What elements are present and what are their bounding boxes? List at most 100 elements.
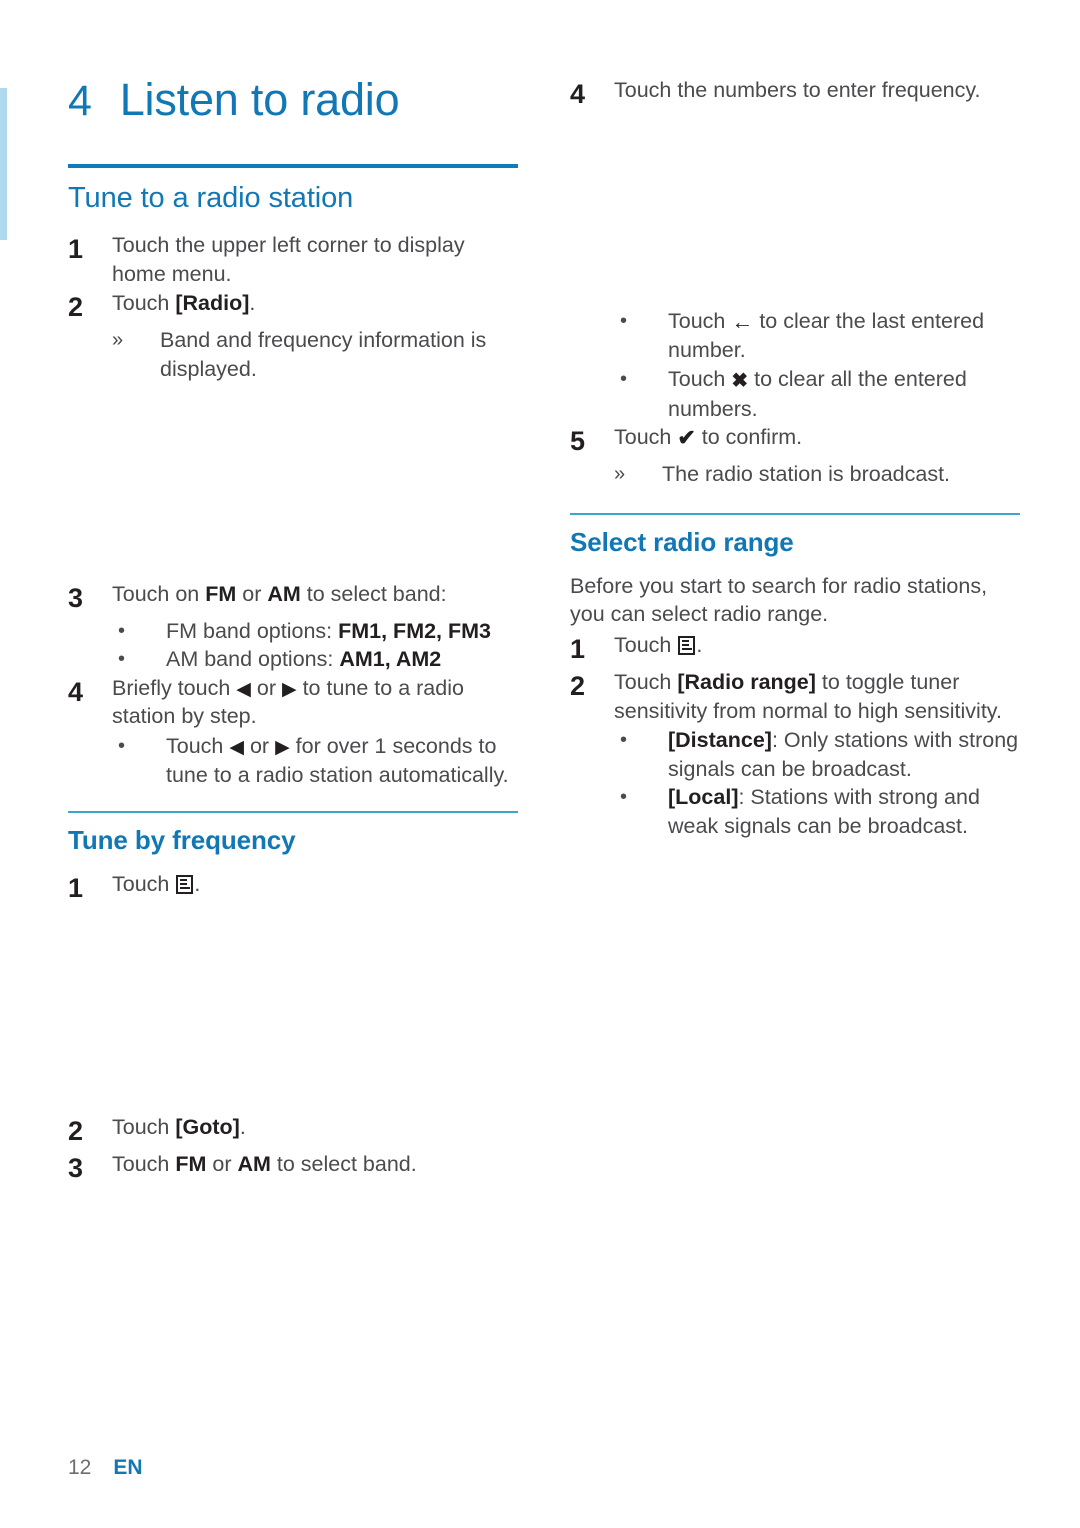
section-rule (570, 512, 1020, 515)
ui-label-goto: [Goto] (175, 1115, 240, 1140)
step-text: Touch the numbers to enter frequency. (614, 78, 981, 102)
result-marker-icon: » (112, 329, 124, 352)
step-number: 1 (68, 873, 84, 904)
bullet-text: Touch ◀ or ▶ for over 1 seconds to tune … (166, 732, 518, 789)
step-text: Touch ✔ to confirm. (614, 423, 1020, 452)
step-text-part: or (250, 675, 282, 700)
section-intro-text: Before you start to search for radio sta… (570, 573, 988, 627)
bullet-item: • AM band options: AM1, AM2 (112, 645, 518, 674)
step-text: Touch [Radio]. (112, 289, 518, 318)
step-number: 3 (68, 582, 84, 613)
step-number: 2 (68, 1116, 84, 1147)
steps-tune-by-frequency: 1 Touch . 2 Touch [Goto]. 3 Touch FM or … (68, 870, 518, 1186)
bullet-text: Touch ← to clear the last entered number… (668, 307, 1020, 365)
step-text: Touch . (614, 631, 1020, 660)
band-label-am: AM (267, 581, 301, 606)
step-text: Touch FM or AM to select band. (112, 1150, 518, 1179)
step-text: Touch the upper left corner to display h… (112, 233, 465, 286)
am-band-options: AM1, AM2 (339, 647, 442, 672)
step-text: Touch [Goto]. (112, 1113, 518, 1142)
chapter-rule (68, 164, 518, 169)
two-column-layout: 4 Listen to radio Tune to a radio statio… (68, 76, 1020, 1188)
step-text-part: Touch (614, 425, 678, 450)
step-text: Touch on FM or AM to select band: (112, 580, 518, 609)
step-text-prefix: Touch (112, 291, 176, 316)
step-text-part: Briefly touch (112, 675, 237, 700)
steps-select-radio-range: 1 Touch . 2 Touch [Radio range] to toggl… (570, 631, 1020, 841)
language-code: EN (113, 1456, 143, 1479)
section-heading-tune-by-frequency: Tune by frequency (68, 825, 296, 856)
right-column: 4 Touch the numbers to enter frequency. … (570, 76, 1020, 1188)
step-item: 5 Touch ✔ to confirm. (570, 423, 1020, 459)
step-text-part: . (239, 1115, 246, 1140)
section-heading-select-radio-range: Select radio range (570, 526, 794, 557)
bullet-text: [Local]: Stations with strong and weak s… (668, 783, 1020, 840)
step-number: 4 (68, 676, 84, 707)
step-text-part: to confirm. (695, 425, 803, 450)
bullet-item: • FM band options: FM1, FM2, FM3 (112, 617, 518, 646)
step-result: » Band and frequency information is disp… (112, 326, 518, 383)
section-heading-tune-to-a-radio-station: Tune to a radio station (68, 182, 354, 215)
step-number: 1 (68, 234, 84, 265)
bullet-text: AM band options: AM1, AM2 (166, 645, 518, 674)
step-text: Briefly touch ◀ or ▶ to tune to a radio … (112, 674, 518, 731)
step-number: 2 (570, 671, 586, 702)
band-label-am: AM (237, 1152, 271, 1177)
step-item: 1 Touch . (68, 870, 518, 906)
step-text-part: Touch on (112, 581, 206, 606)
step-text: Touch . (112, 870, 518, 899)
ui-label-radio-range: [Radio range] (677, 670, 816, 695)
step-text-part: or (206, 1152, 238, 1177)
chapter-title: Listen to radio (119, 74, 400, 125)
step-item: 4 Touch the numbers to enter frequency. (570, 76, 1020, 112)
ui-label-radio: [Radio] (175, 291, 250, 316)
bullet-text-part: AM band options: (166, 647, 340, 672)
bullet-item: • [Distance]: Only stations with strong … (614, 726, 1020, 783)
steps-tune-to-a-radio-station: 1 Touch the upper left corner to display… (68, 231, 518, 789)
figure-placeholder-radio-screen (68, 384, 518, 580)
bullet-text-part: Touch (668, 309, 732, 334)
bullet-text-part: FM band options: (166, 618, 339, 643)
bullet-text: FM band options: FM1, FM2, FM3 (166, 617, 518, 646)
step-item: 2 Touch [Radio]. (68, 289, 518, 325)
step-number: 5 (570, 426, 586, 457)
prev-triangle-icon: ◀ (229, 737, 244, 759)
bullet-marker-icon: • (620, 367, 628, 390)
bullet-text: [Distance]: Only stations with strong si… (668, 726, 1020, 783)
figure-placeholder-goto-screen (68, 907, 518, 1113)
clear-all-cross-icon: ✖ (731, 369, 749, 392)
steps-tune-by-frequency-continued: 4 Touch the numbers to enter frequency. … (570, 76, 1020, 489)
step-item: 1 Touch the upper left corner to display… (68, 231, 518, 288)
chapter-heading: 4 Listen to radio (68, 76, 518, 124)
bullet-item: • [Local]: Stations with strong and weak… (614, 783, 1020, 840)
bullet-text: Touch ✖ to clear all the entered numbers… (668, 365, 1020, 423)
next-triangle-icon: ▶ (275, 737, 290, 759)
step-item: 4 Briefly touch ◀ or ▶ to tune to a radi… (68, 674, 518, 731)
step-item: 3 Touch on FM or AM to select band: (68, 580, 518, 616)
left-column: 4 Listen to radio Tune to a radio statio… (68, 76, 518, 1188)
bullet-marker-icon: • (620, 310, 628, 333)
chapter-number: 4 (68, 77, 92, 125)
step-result: » The radio station is broadcast. (614, 460, 1020, 489)
manual-page: 4 Listen to radio Tune to a radio statio… (0, 0, 1080, 1528)
page-footer: 12 EN (68, 1456, 143, 1480)
step-text-part: Touch (112, 1115, 176, 1140)
result-text: Band and frequency information is displa… (160, 328, 487, 382)
step-number: 2 (68, 292, 84, 323)
step-number: 1 (570, 634, 586, 664)
menu-icon (176, 875, 194, 895)
step-text-part: to select band. (270, 1152, 417, 1177)
step-text-part: to select band: (300, 581, 447, 606)
ui-label-distance: [Distance] (668, 728, 772, 753)
step-text-part: Touch (614, 670, 678, 695)
menu-icon (678, 636, 696, 655)
figure-placeholder-numeric-keypad (570, 113, 1020, 307)
confirm-check-icon: ✔ (677, 425, 696, 451)
page-edge-marker (0, 88, 7, 240)
next-triangle-icon: ▶ (281, 678, 297, 700)
result-text: The radio station is broadcast. (662, 462, 951, 487)
step-text-part: or (236, 581, 268, 606)
step-number: 4 (570, 79, 586, 109)
